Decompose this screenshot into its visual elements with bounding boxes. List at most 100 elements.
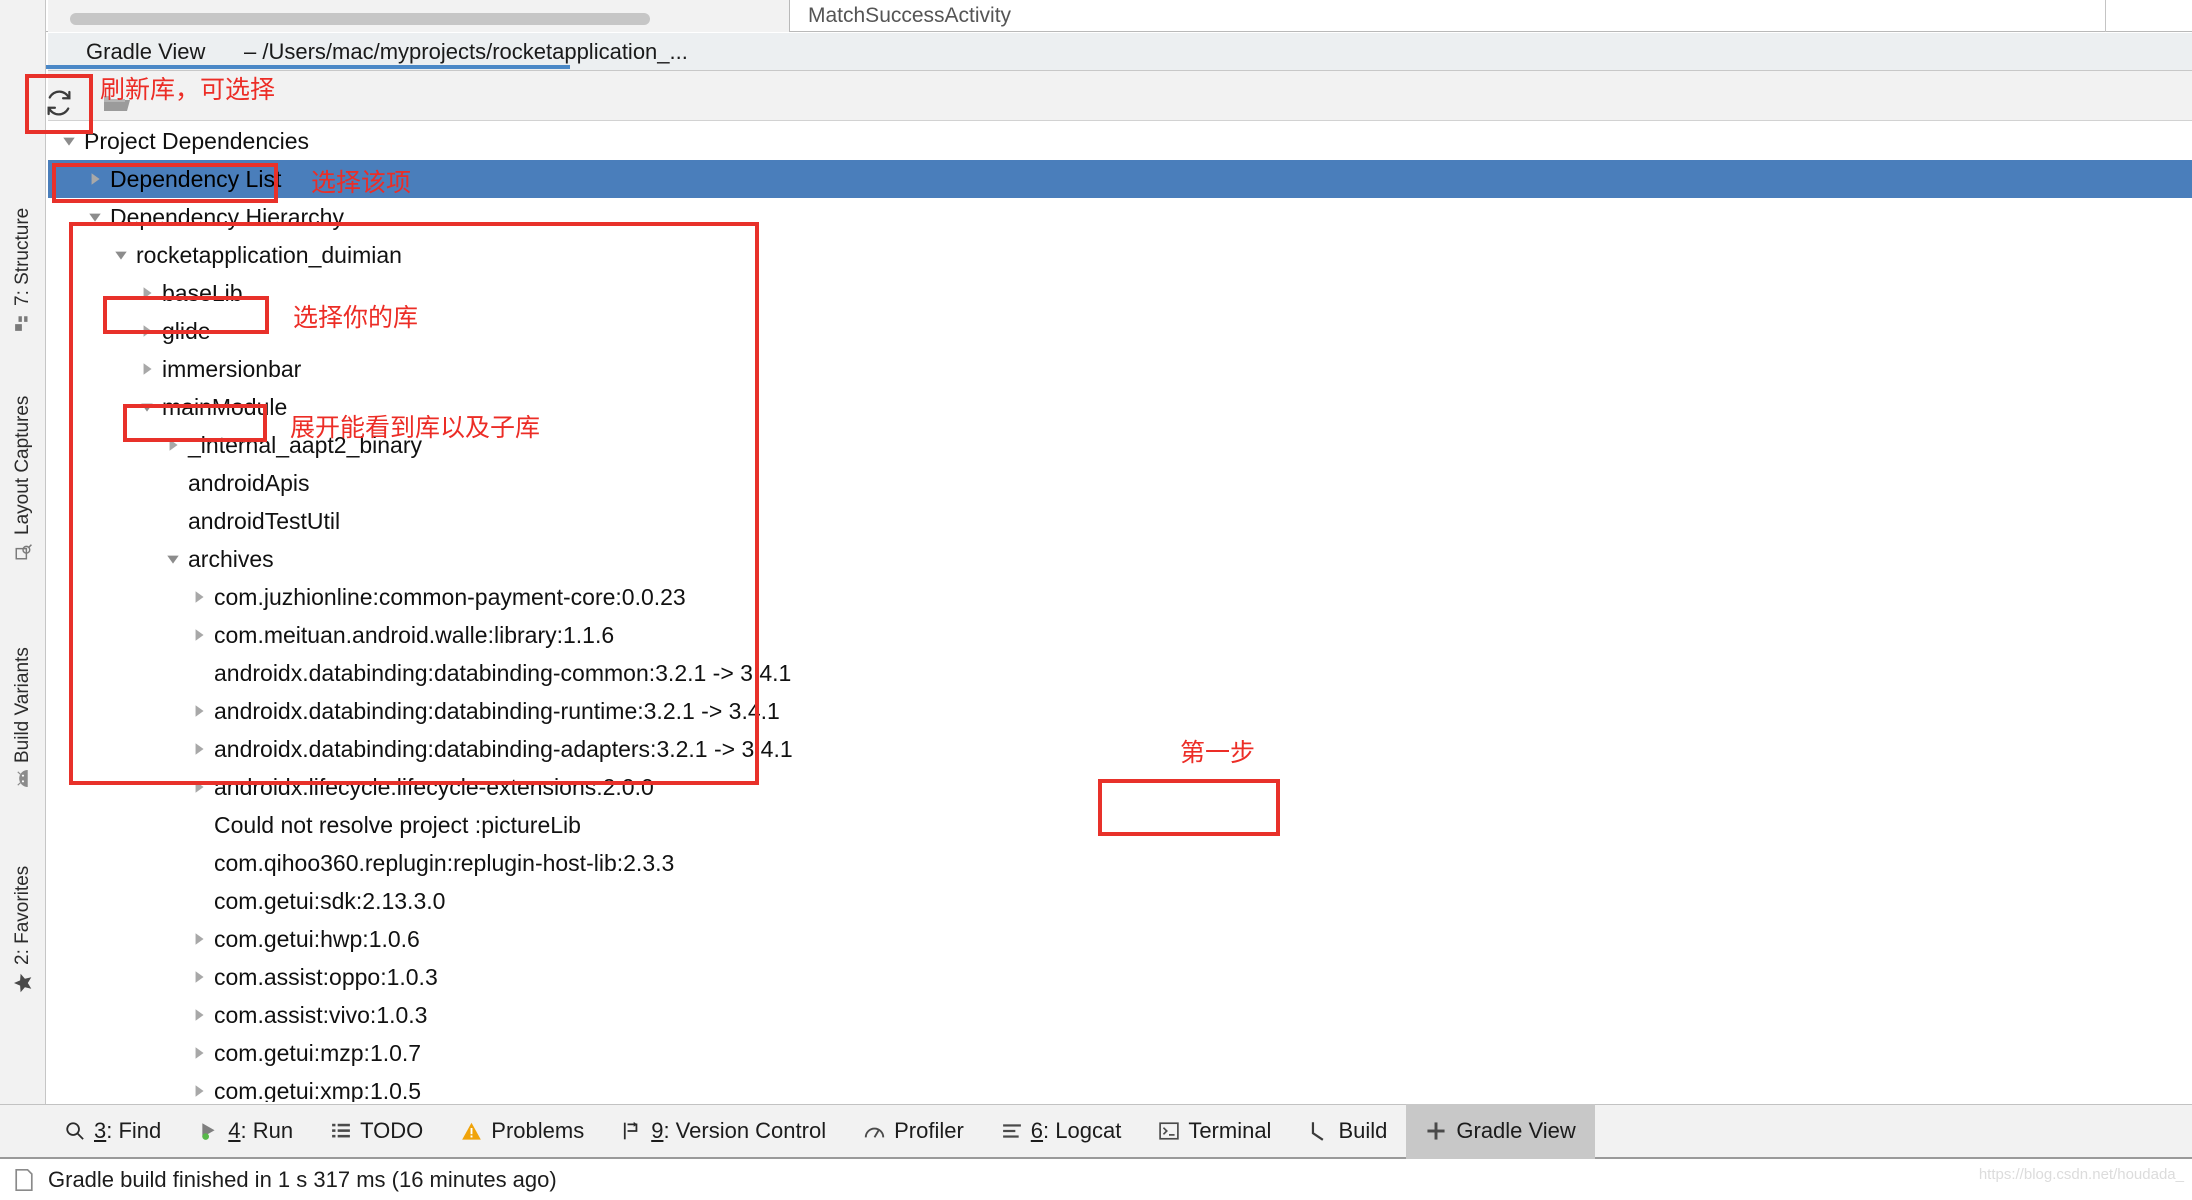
bottom-item-problems[interactable]: Problems <box>442 1104 603 1159</box>
watermark: https://blog.csdn.net/houdada_ <box>1978 1166 2184 1183</box>
todo-icon <box>331 1121 351 1141</box>
chevron-right-icon[interactable] <box>162 426 184 464</box>
tree-row-label: androidx.databinding:databinding-adapter… <box>214 735 793 762</box>
tree-row[interactable]: com.getui:sdk:2.13.3.0 <box>48 882 2192 920</box>
bottom-item-todo[interactable]: TODO <box>312 1104 442 1159</box>
bottom-item-find[interactable]: 3: Find <box>46 1104 180 1159</box>
tree-row[interactable]: Dependency Hierarchy <box>48 198 2192 236</box>
bottom-item-terminal[interactable]: Terminal <box>1140 1104 1290 1159</box>
sidebar-item-build-variants[interactable]: Build Variants <box>0 608 46 788</box>
chevron-down-icon[interactable] <box>84 198 106 236</box>
refresh-icon <box>44 88 74 118</box>
sidebar-item-structure-label: 7: Structure <box>12 207 33 306</box>
bottom-item-logcat[interactable]: 6: Logcat <box>983 1104 1141 1159</box>
status-bar: Gradle build finished in 1 s 317 ms (16 … <box>0 1159 2192 1200</box>
structure-icon <box>14 314 32 332</box>
profiler-icon <box>864 1121 885 1142</box>
logcat-icon <box>1002 1121 1022 1141</box>
sidebar-item-layout-captures[interactable]: Layout Captures <box>0 366 46 561</box>
chevron-down-icon[interactable] <box>58 122 80 160</box>
bottom-item-terminal-label: Terminal <box>1188 1118 1272 1143</box>
chevron-right-icon[interactable] <box>188 920 210 958</box>
tree-row-label: com.meituan.android.walle:library:1.1.6 <box>214 621 615 648</box>
tree-row-label: Could not resolve project :pictureLib <box>214 811 581 838</box>
chevron-down-icon[interactable] <box>136 388 158 426</box>
bottom-item-run[interactable]: 4: Run <box>180 1104 312 1159</box>
chevron-right-icon[interactable] <box>136 274 158 312</box>
sidebar-item-favorites[interactable]: 2: Favorites <box>0 838 46 993</box>
chevron-right-icon[interactable] <box>188 616 210 654</box>
gradle-view-toolbar <box>48 71 2192 121</box>
chevron-right-icon[interactable] <box>188 1072 210 1102</box>
bottom-item-build[interactable]: Build <box>1290 1104 1406 1159</box>
chevron-right-icon[interactable] <box>136 312 158 350</box>
bottom-item-gradle-view[interactable]: Gradle View <box>1406 1103 1595 1159</box>
tree-row-label: androidx.lifecycle:lifecycle-extensions:… <box>214 773 654 800</box>
bottom-item-problems-label: Problems <box>491 1118 585 1143</box>
tree-row[interactable]: com.juzhionline:common-payment-core:0.0.… <box>48 578 2192 616</box>
tree-row[interactable]: androidx.databinding:databinding-adapter… <box>48 730 2192 768</box>
tree-row-label: com.getui:sdk:2.13.3.0 <box>214 887 446 914</box>
tree-row-label: mainModule <box>162 393 288 420</box>
chevron-right-icon[interactable] <box>188 692 210 730</box>
chevron-right-icon[interactable] <box>188 996 210 1034</box>
chevron-right-icon[interactable] <box>84 160 106 198</box>
tree-row[interactable]: androidx.lifecycle:lifecycle-extensions:… <box>48 768 2192 806</box>
editor-top-strip: MatchSuccessActivity <box>0 0 2192 32</box>
bottom-item-profiler[interactable]: Profiler <box>845 1104 983 1159</box>
chevron-right-icon[interactable] <box>188 730 210 768</box>
bottom-item-profiler-label: Profiler <box>894 1118 964 1143</box>
tree-row[interactable]: androidTestUtil <box>48 502 2192 540</box>
chevron-right-icon[interactable] <box>188 578 210 616</box>
tree-row-label: androidTestUtil <box>188 507 341 534</box>
bottom-item-todo-label: TODO <box>360 1118 424 1143</box>
tree-row[interactable]: com.assist:oppo:1.0.3 <box>48 958 2192 996</box>
bottom-item-run-label: 4: Run <box>228 1118 294 1143</box>
tree-row[interactable]: immersionbar <box>48 350 2192 388</box>
bottom-item-logcat-label: 6: Logcat <box>1030 1118 1122 1143</box>
tree-row[interactable]: Could not resolve project :pictureLib <box>48 806 2192 844</box>
chevron-down-icon[interactable] <box>110 236 132 274</box>
tree-row[interactable]: androidx.databinding:databinding-common:… <box>48 654 2192 692</box>
horizontal-scrollbar-thumb[interactable] <box>70 13 650 25</box>
layout-captures-icon <box>14 543 32 561</box>
tree-row[interactable]: com.getui:xmp:1.0.5 <box>48 1072 2192 1102</box>
chevron-down-icon[interactable] <box>162 540 184 578</box>
bottom-item-version-control[interactable]: 9: Version Control <box>603 1104 845 1159</box>
left-tool-sidebar: 7: Structure Layout Captures Build Varia… <box>0 0 46 1152</box>
tree-row[interactable]: com.qihoo360.replugin:replugin-host-lib:… <box>48 844 2192 882</box>
sidebar-item-layout-captures-label: Layout Captures <box>12 395 33 535</box>
sidebar-item-structure[interactable]: 7: Structure <box>0 182 46 332</box>
tree-row-label: androidx.databinding:databinding-runtime… <box>214 697 780 724</box>
tree-row[interactable]: com.meituan.android.walle:library:1.1.6 <box>48 616 2192 654</box>
editor-tab-matchsuccessactivity[interactable]: MatchSuccessActivity <box>790 0 1029 31</box>
annotation-refresh-note: 刷新库，可选择 <box>100 75 276 104</box>
chevron-right-icon[interactable] <box>188 1034 210 1072</box>
tree-row-label: Dependency List <box>110 165 282 192</box>
android-icon <box>16 769 31 788</box>
tree-row[interactable]: com.getui:hwp:1.0.6 <box>48 920 2192 958</box>
tree-row[interactable]: Project Dependencies <box>48 122 2192 160</box>
chevron-right-icon[interactable] <box>136 350 158 388</box>
top-strip-divider <box>2105 0 2106 32</box>
tree-row-label: com.getui:mzp:1.0.7 <box>214 1039 422 1066</box>
chevron-right-icon[interactable] <box>188 958 210 996</box>
tree-row[interactable]: androidApis <box>48 464 2192 502</box>
chevron-right-icon[interactable] <box>188 768 210 806</box>
tree-row[interactable]: archives <box>48 540 2192 578</box>
bottom-item-build-label: Build <box>1338 1118 1388 1143</box>
dependency-tree[interactable]: Project Dependencies Dependency List Depen… <box>48 122 2192 1102</box>
tree-row[interactable]: com.getui:mzp:1.0.7 <box>48 1034 2192 1072</box>
sidebar-item-build-variants-label: Build Variants <box>12 647 33 763</box>
tree-row-label: archives <box>188 545 274 572</box>
plus-icon <box>1425 1120 1447 1142</box>
tree-row-label: androidx.databinding:databinding-common:… <box>214 659 792 686</box>
tree-row[interactable]: rocketapplication_duimian <box>48 236 2192 274</box>
star-icon <box>13 973 33 993</box>
tree-row[interactable]: com.assist:vivo:1.0.3 <box>48 996 2192 1034</box>
tree-row[interactable]: androidx.databinding:databinding-runtime… <box>48 692 2192 730</box>
